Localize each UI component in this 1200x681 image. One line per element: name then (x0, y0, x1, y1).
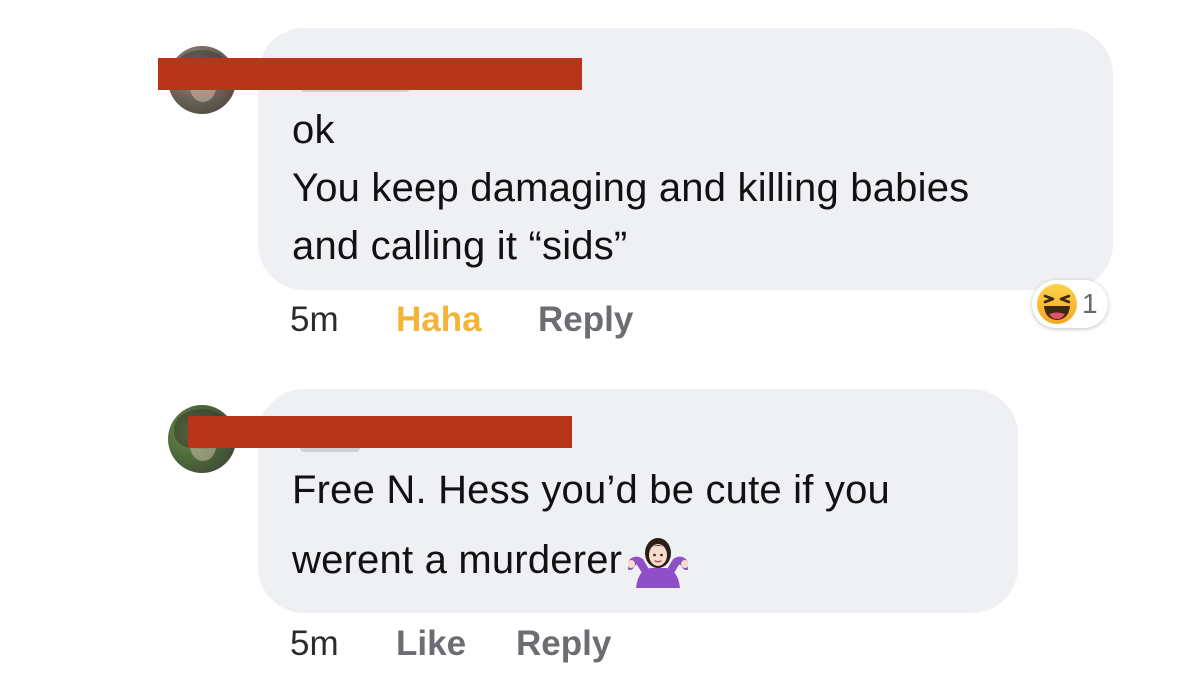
comment-actions: 5m Like Reply (0, 624, 1200, 664)
comment-text-segment: werent a murderer (292, 538, 623, 582)
comment-timestamp: 5m (290, 624, 339, 663)
comment-text-line: Free N. Hess you’d be cute if you (292, 468, 890, 512)
comment-2: Free N. Hess you’d be cute if you werent… (0, 0, 1200, 681)
reply-button[interactable]: Reply (516, 624, 611, 664)
like-button[interactable]: Like (396, 624, 466, 664)
comment-text-line-with-emoji: werent a murderer (292, 536, 691, 589)
author-name-redaction (188, 416, 572, 448)
woman-shrugging-emoji-icon (626, 536, 691, 589)
